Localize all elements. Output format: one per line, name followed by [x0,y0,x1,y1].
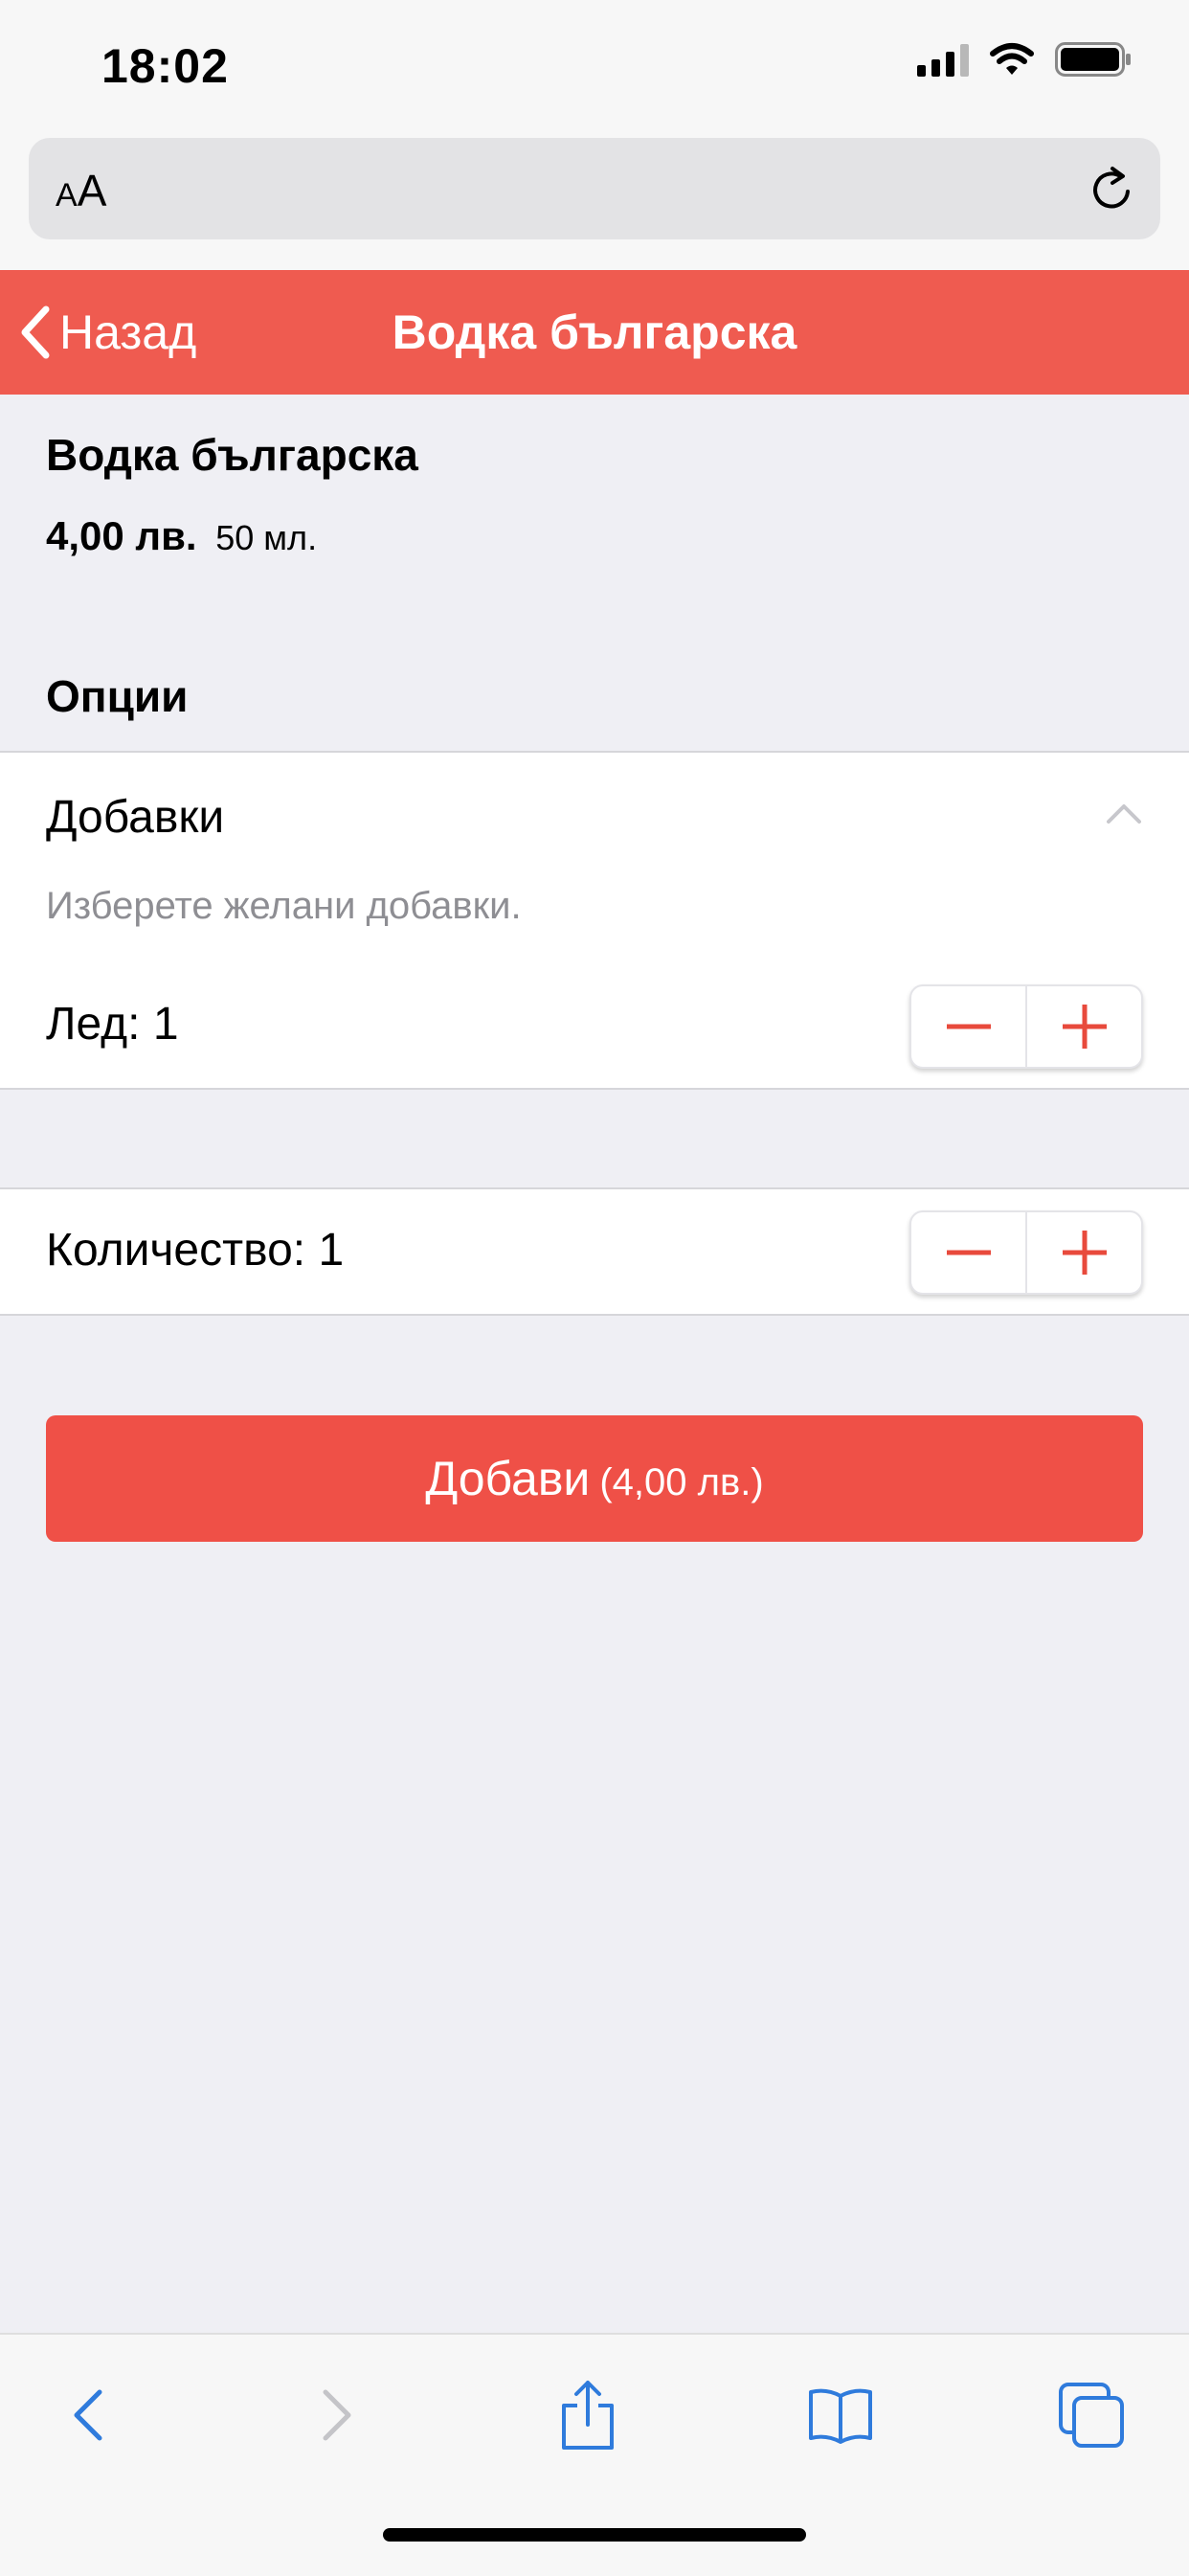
chevron-up-icon[interactable] [1105,795,1143,833]
add-to-order-button[interactable]: Добави (4,00 лв.) [46,1415,1143,1542]
status-bar: 18:02 [0,0,1189,134]
chevron-left-icon [74,2389,102,2441]
tabs-button[interactable] [1053,2377,1130,2453]
address-bar[interactable]: AA [29,138,1160,239]
options-heading: Опции [46,671,189,721]
minus-icon [946,1250,991,1255]
add-button-label: Добави [425,1452,591,1505]
browser-back-button[interactable] [50,2377,126,2453]
quantity-value: 1 [318,1225,345,1276]
plus-icon [1062,1231,1107,1275]
status-time: 18:02 [101,39,229,93]
browser-forward-button[interactable] [299,2377,375,2453]
addons-hint: Изберете желани добавки. [46,885,522,927]
product-volume: 50 мл. [215,518,318,557]
minus-icon [946,1024,991,1029]
quantity-increment-button[interactable] [1025,1212,1141,1293]
plus-icon [1062,1005,1107,1049]
addon-ice-stepper [909,984,1143,1069]
book-icon [809,2388,872,2444]
price-line: 4,00 лв. 50 мл. [46,513,317,559]
tabs-icon [1059,2383,1124,2448]
addon-ice-quantity: 1 [152,999,179,1050]
quantity-label: Количество: 1 [46,1225,345,1276]
quantity-card: Количество: 1 [0,1187,1189,1316]
add-button-price: (4,00 лв.) [599,1461,764,1503]
share-icon [562,2381,614,2450]
status-icons [917,42,1132,77]
reload-icon[interactable] [1086,163,1139,216]
addon-ice-label: Лед: 1 [46,999,179,1050]
back-button[interactable]: Назад [19,270,196,395]
text-size-button[interactable]: AA [56,165,106,216]
chevron-right-icon [323,2389,351,2441]
product-name: Водка българска [46,430,418,480]
addon-ice-increment-button[interactable] [1025,986,1141,1067]
quantity-decrement-button[interactable] [911,1212,1025,1293]
battery-icon [1055,42,1131,77]
back-label: Назад [59,305,197,359]
product-price: 4,00 лв. [46,513,197,558]
home-indicator [383,2528,806,2542]
nav-header: Водка българска Назад [0,270,1189,395]
chevron-left-icon [21,305,50,359]
bookmarks-button[interactable] [802,2377,879,2453]
quantity-stepper [909,1210,1143,1295]
wifi-icon [990,43,1034,75]
addons-card: Добавки Изберете желани добавки. Лед: 1 [0,751,1189,1090]
addon-ice-decrement-button[interactable] [911,986,1025,1067]
browser-address-area: AA [0,134,1189,270]
signal-icon [917,42,969,77]
addons-title: Добавки [46,792,225,843]
share-button[interactable] [550,2377,626,2453]
